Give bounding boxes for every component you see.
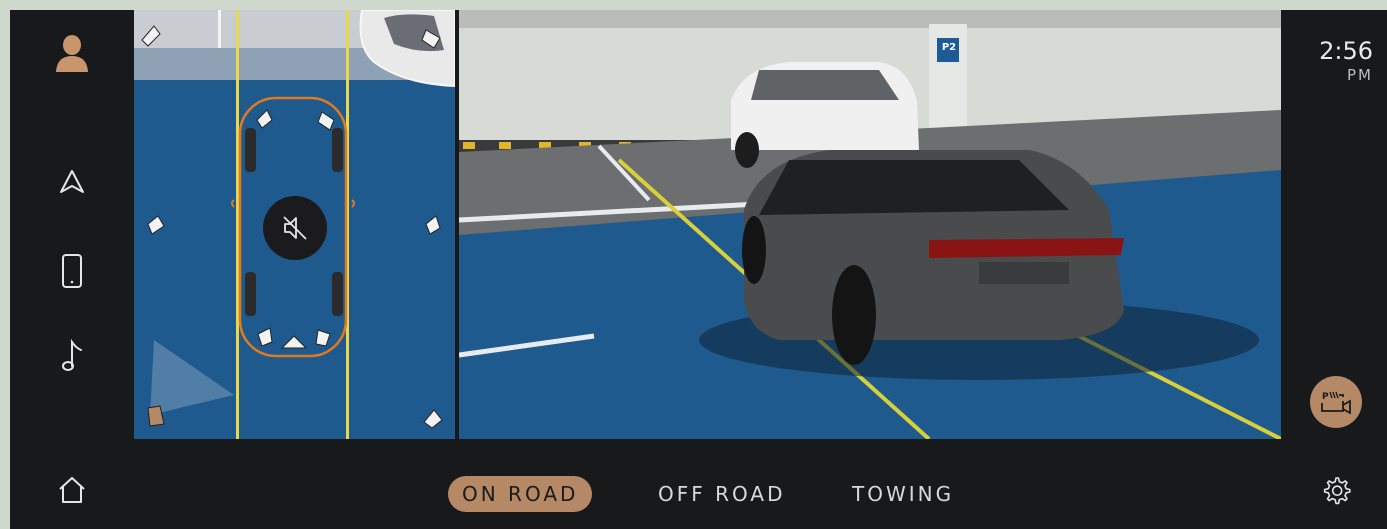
phone-icon <box>62 254 82 288</box>
home-icon <box>59 477 85 503</box>
drive-mode-bar: ON ROAD OFF ROAD TOWING <box>134 439 1291 529</box>
clock-ampm: PM <box>1347 66 1373 84</box>
mute-button[interactable] <box>263 196 327 260</box>
music-button[interactable] <box>52 336 92 376</box>
phone-button[interactable] <box>52 251 92 291</box>
camera-scene <box>459 10 1281 439</box>
parking-level-sign: P2 <box>941 42 957 53</box>
svg-text:P: P <box>1322 392 1329 402</box>
speaker-muted-icon <box>283 216 307 240</box>
clock: 2:56 PM <box>1319 38 1373 84</box>
parking-camera-icon: P <box>1321 391 1351 415</box>
left-nav-rail <box>10 10 134 529</box>
right-rail: 2:56 PM <box>1291 10 1387 529</box>
profile-icon <box>56 35 88 72</box>
clock-time: 2:56 <box>1319 37 1373 65</box>
mode-on-road[interactable]: ON ROAD <box>448 476 593 512</box>
settings-button[interactable] <box>1316 470 1356 510</box>
navigation-icon <box>60 170 84 193</box>
navigation-button[interactable] <box>52 162 92 202</box>
camera-view: P2 <box>459 10 1281 439</box>
home-button[interactable] <box>52 470 92 510</box>
mode-off-road[interactable]: OFF ROAD <box>644 476 799 512</box>
parking-camera-button[interactable]: P <box>1310 376 1362 428</box>
gear-icon <box>1323 477 1351 505</box>
top-down-view <box>134 10 455 439</box>
parking-camera-screen: P2 2:56 PM P ON ROAD OFF ROAD TOWING <box>10 10 1387 529</box>
music-icon <box>62 339 82 371</box>
profile-button[interactable] <box>52 32 92 72</box>
mode-towing[interactable]: TOWING <box>838 476 968 512</box>
